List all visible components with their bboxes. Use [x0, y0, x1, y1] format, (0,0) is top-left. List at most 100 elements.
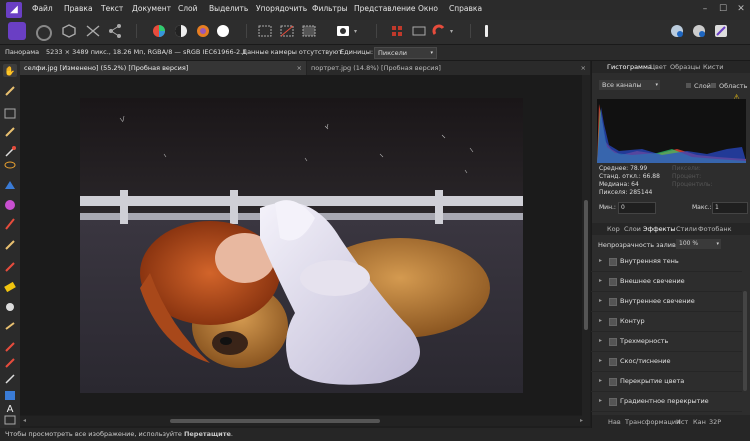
dodge-tool-icon[interactable] — [5, 262, 15, 272]
min-input[interactable]: 0 — [618, 202, 656, 214]
tab-navigator[interactable]: Нав — [608, 418, 621, 426]
magnet-snapping-icon[interactable] — [430, 22, 448, 40]
shape-tool-icon[interactable] — [5, 391, 15, 400]
tab-histogram[interactable]: Гистограмма — [607, 63, 652, 71]
photo-persona-icon[interactable] — [8, 22, 26, 40]
scroll-left-icon[interactable]: ◂ — [23, 417, 26, 424]
expand-arrow-icon[interactable]: ▸ — [599, 277, 602, 284]
horizontal-scrollbar[interactable]: ◂ ▸ — [20, 416, 590, 426]
effect-gradient-overlay[interactable]: ▸ Градиентное перекрытие — [591, 392, 742, 412]
invert-selection-icon[interactable] — [300, 22, 318, 40]
expand-arrow-icon[interactable]: ▸ — [599, 297, 602, 304]
menu-help[interactable]: Справка — [449, 4, 482, 13]
eraser-tool-icon[interactable] — [4, 281, 16, 293]
menu-edit[interactable]: Правка — [64, 4, 93, 13]
crop-tool-icon[interactable] — [4, 108, 16, 119]
assistant-icon[interactable] — [668, 22, 686, 40]
units-select[interactable]: Пиксели ▾ — [374, 47, 437, 59]
tab-history[interactable]: Ист — [676, 418, 688, 426]
menu-view[interactable]: Представление — [354, 4, 416, 13]
menu-text[interactable]: Текст — [101, 4, 123, 13]
opacity-select[interactable]: 100 % ▾ — [676, 239, 721, 249]
export-persona-icon[interactable] — [106, 22, 124, 40]
layer-checkbox[interactable] — [686, 83, 691, 88]
effect-checkbox[interactable] — [609, 398, 617, 406]
effects-scroll-thumb[interactable] — [743, 291, 747, 391]
auto-levels-icon[interactable] — [150, 22, 168, 40]
scroll-right-icon[interactable]: ▸ — [580, 417, 583, 424]
tab-32p[interactable]: 32Р — [709, 418, 721, 426]
preferences-icon[interactable] — [712, 22, 730, 40]
horizontal-scroll-thumb[interactable] — [170, 419, 380, 423]
marquee-icon[interactable] — [256, 22, 274, 40]
tab-portrait[interactable]: портрет.jpg (14.8%) [Пробная версия] × — [307, 61, 590, 75]
tab-styles[interactable]: Стили — [676, 225, 697, 233]
color-picker-icon[interactable] — [5, 200, 15, 210]
effect-checkbox[interactable] — [609, 278, 617, 286]
expand-arrow-icon[interactable]: ▸ — [599, 377, 602, 384]
tone-mapping-persona-icon[interactable] — [84, 22, 102, 40]
hand-tool-icon[interactable]: ✋ — [3, 64, 17, 77]
tab-effects[interactable]: Эффекты — [643, 225, 676, 233]
snap-options-icon[interactable] — [410, 22, 428, 40]
minimize-icon[interactable]: – — [698, 3, 712, 15]
menu-filters[interactable]: Фильтры — [312, 4, 348, 13]
tab-channels[interactable]: Кан — [693, 418, 706, 426]
vertical-scrollbar[interactable] — [582, 75, 590, 416]
close-tab-icon[interactable]: × — [581, 61, 586, 75]
macro-icon[interactable] — [690, 22, 708, 40]
tab-transform[interactable]: Трансформация — [625, 418, 680, 426]
quick-mask-icon[interactable] — [334, 22, 352, 40]
effect-checkbox[interactable] — [609, 338, 617, 346]
menu-arrange[interactable]: Упорядочить — [256, 4, 307, 13]
channel-select[interactable]: Все каналы ▾ — [599, 80, 660, 90]
tab-color[interactable]: Цвет — [650, 63, 667, 71]
dropdown-arrow-icon[interactable]: ▾ — [354, 28, 357, 35]
pen-tool-icon[interactable] — [5, 374, 15, 384]
grid-snap-icon[interactable] — [388, 22, 406, 40]
menu-file[interactable]: Файл — [32, 4, 53, 13]
maximize-icon[interactable]: ☐ — [716, 3, 730, 15]
mesh-tool-icon[interactable] — [4, 415, 16, 425]
effect-color-overlay[interactable]: ▸ Перекрытие цвета — [591, 372, 742, 392]
blur-tool-icon[interactable] — [6, 303, 14, 311]
menu-document[interactable]: Документ — [132, 4, 171, 13]
red-eye-tool-icon[interactable] — [5, 358, 15, 368]
healing-brush-icon[interactable] — [5, 342, 15, 352]
expand-arrow-icon[interactable]: ▸ — [599, 257, 602, 264]
expand-arrow-icon[interactable]: ▸ — [599, 357, 602, 364]
menu-window[interactable]: Окно — [418, 4, 438, 13]
menu-select[interactable]: Выделить — [209, 4, 248, 13]
area-checkbox[interactable] — [711, 83, 716, 88]
close-tab-icon[interactable]: × — [297, 61, 302, 75]
effect-3d[interactable]: ▸ Трехмерность — [591, 332, 742, 352]
clone-tool-icon[interactable] — [5, 322, 15, 330]
effect-inner-shadow[interactable]: ▸ Внутренняя тень — [591, 252, 742, 272]
paint-brush-tool-icon[interactable] — [5, 86, 15, 96]
effect-bevel-emboss[interactable]: ▸ Скос/тиснение — [591, 352, 742, 372]
effect-checkbox[interactable] — [609, 358, 617, 366]
effect-inner-glow[interactable]: ▸ Внутреннее свечение — [591, 292, 742, 312]
close-window-icon[interactable]: ✕ — [734, 3, 748, 15]
freehand-select-icon[interactable] — [4, 161, 16, 169]
brush-options-icon[interactable] — [478, 22, 496, 40]
expand-arrow-icon[interactable]: ▸ — [599, 397, 602, 404]
pencil-tool-icon[interactable] — [5, 240, 15, 250]
liquify-persona-icon[interactable] — [36, 25, 52, 41]
tab-layers[interactable]: Слои — [624, 225, 641, 233]
tab-brushes[interactable]: Кисти — [703, 63, 723, 71]
effect-checkbox[interactable] — [609, 378, 617, 386]
tab-adjustments[interactable]: Кор — [607, 225, 620, 233]
max-input[interactable]: 1 — [712, 202, 748, 214]
expand-arrow-icon[interactable]: ▸ — [599, 317, 602, 324]
dropdown-arrow-icon[interactable]: ▾ — [450, 28, 453, 35]
effect-checkbox[interactable] — [609, 298, 617, 306]
menu-layer[interactable]: Слой — [178, 4, 198, 13]
auto-contrast-icon[interactable] — [172, 22, 190, 40]
selection-brush-icon[interactable] — [5, 127, 15, 137]
effect-outline[interactable]: ▸ Контур — [591, 312, 742, 332]
deselect-icon[interactable] — [278, 22, 296, 40]
fill-tool-icon[interactable] — [5, 181, 15, 189]
auto-white-balance-icon[interactable] — [214, 22, 232, 40]
text-tool-icon[interactable]: A — [7, 404, 14, 415]
